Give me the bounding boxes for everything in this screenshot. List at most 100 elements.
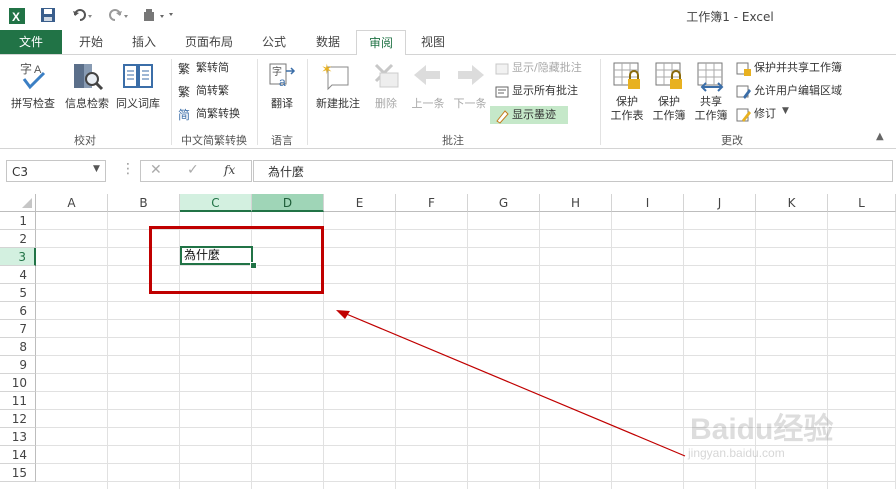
group-label-proofing: 校对: [74, 134, 96, 147]
column-header-c[interactable]: C: [180, 194, 252, 212]
share-workbook-icon: [696, 61, 728, 96]
tab-view[interactable]: 视图: [410, 30, 456, 54]
confirm-entry-icon[interactable]: ✓: [187, 162, 199, 178]
cancel-entry-icon[interactable]: ✕: [150, 162, 162, 178]
research-icon: [72, 61, 104, 94]
worksheet-grid: ABCDEFGHIJKL 1 2 3 4 5 6 7 8 9 10 11 12 13 14 15 為什麼 B…: [0, 194, 896, 489]
column-header-h[interactable]: H: [540, 194, 612, 212]
row-header-1[interactable]: 1: [0, 212, 36, 230]
redo-icon[interactable]: [108, 7, 130, 26]
row-header-9[interactable]: 9: [0, 356, 36, 374]
share-workbook-button[interactable]: 共享 工作簿: [688, 95, 734, 123]
protect-share-button[interactable]: 保护并共享工作簿: [754, 59, 842, 77]
row-header-14[interactable]: 14: [0, 446, 36, 464]
research-button[interactable]: 信息检索: [60, 95, 114, 111]
row-header-6[interactable]: 6: [0, 302, 36, 320]
spelling-button[interactable]: 拼写检查: [4, 95, 62, 111]
translate-button[interactable]: 翻译: [260, 95, 304, 111]
tab-review[interactable]: 审阅: [356, 30, 406, 56]
watermark-url: jingyan.baidu.com: [688, 446, 785, 460]
collapse-ribbon-icon[interactable]: ▲: [876, 131, 884, 142]
group-label-chinese: 中文简繁转换: [181, 134, 247, 147]
row-header-3[interactable]: 3: [0, 248, 36, 266]
next-comment-button[interactable]: 下一条: [448, 95, 492, 111]
track-changes-button[interactable]: 修订: [754, 105, 776, 123]
row-header-10[interactable]: 10: [0, 374, 36, 392]
row-header-13[interactable]: 13: [0, 428, 36, 446]
share-workbook-label-1: 共享: [700, 95, 722, 108]
row-header-2[interactable]: 2: [0, 230, 36, 248]
column-header-k[interactable]: K: [756, 194, 828, 212]
select-all-corner[interactable]: [0, 194, 36, 212]
previous-comment-icon: [412, 61, 444, 94]
previous-comment-button[interactable]: 上一条: [406, 95, 450, 111]
group-label-comments: 批注: [442, 134, 464, 147]
protect-share-icon: [736, 61, 752, 80]
track-changes-dropdown-icon[interactable]: ▼: [782, 106, 789, 116]
tab-insert[interactable]: 插入: [120, 30, 168, 54]
formula-input[interactable]: 為什麼: [253, 160, 893, 182]
insert-function-icon[interactable]: fx: [224, 163, 235, 177]
allow-edit-ranges-button[interactable]: 允许用户编辑区域: [754, 82, 842, 100]
protect-sheet-button[interactable]: 保护 工作表: [604, 95, 650, 123]
save-icon[interactable]: [40, 7, 56, 26]
row-header-7[interactable]: 7: [0, 320, 36, 338]
group-label-changes: 更改: [721, 134, 743, 147]
tab-home[interactable]: 开始: [66, 30, 116, 54]
column-header-a[interactable]: A: [36, 194, 108, 212]
tab-file[interactable]: 文件: [0, 30, 62, 54]
next-comment-icon: [454, 61, 486, 94]
delete-comment-button[interactable]: 删除: [366, 95, 406, 111]
ink-pen-icon: [494, 108, 510, 127]
show-all-comments-button[interactable]: 显示所有批注: [512, 82, 578, 100]
watermark-brand: Baidu经验: [690, 413, 834, 446]
row-header-11[interactable]: 11: [0, 392, 36, 410]
thesaurus-icon: [122, 61, 154, 94]
row-header-4[interactable]: 4: [0, 266, 36, 284]
tab-data[interactable]: 数据: [304, 30, 352, 54]
tab-formulas[interactable]: 公式: [250, 30, 298, 54]
formula-bar-handle-icon[interactable]: ⋮: [121, 161, 135, 177]
trad-to-simp-button[interactable]: 繁转简: [196, 59, 229, 77]
delete-comment-icon: [370, 61, 402, 94]
protect-workbook-button[interactable]: 保护 工作簿: [646, 95, 692, 123]
ribbon-review: 字A 拼写检查 信息检索 同义词库 校对 繁 繁转简 繁 简转繁 简 简繁转换 …: [0, 55, 896, 149]
new-comment-button[interactable]: 新建批注: [310, 95, 366, 111]
svg-text:字: 字: [20, 61, 32, 76]
new-comment-icon: ✶: [320, 61, 352, 94]
protect-workbook-label-1: 保护: [658, 95, 680, 108]
undo-icon[interactable]: [72, 7, 94, 26]
chinese-convert-icon: 简: [178, 108, 191, 122]
share-workbook-label-2: 工作簿: [694, 109, 728, 122]
chinese-convert-button[interactable]: 简繁转换: [196, 105, 240, 123]
svg-text:X: X: [12, 10, 20, 24]
name-box[interactable]: C3: [6, 160, 106, 182]
protect-workbook-icon: [654, 61, 686, 96]
protect-sheet-label-2: 工作表: [610, 109, 644, 122]
row-header-5[interactable]: 5: [0, 284, 36, 302]
simp-to-trad-button[interactable]: 简转繁: [196, 82, 229, 100]
protect-sheet-label-1: 保护: [616, 95, 638, 108]
show-all-comments-icon: [494, 84, 510, 103]
group-separator: [600, 59, 601, 145]
spelling-icon: 字A: [18, 61, 50, 94]
column-header-g[interactable]: G: [468, 194, 540, 212]
thesaurus-button[interactable]: 同义词库: [112, 95, 164, 111]
title-bar: X 工作簿1 - Excel: [0, 0, 896, 30]
column-header-i[interactable]: I: [612, 194, 684, 212]
quick-access-custom-icon[interactable]: [142, 7, 174, 26]
row-header-15[interactable]: 15: [0, 464, 36, 482]
column-header-e[interactable]: E: [324, 194, 396, 212]
name-box-dropdown-icon[interactable]: ▼: [93, 164, 100, 174]
column-header-f[interactable]: F: [396, 194, 468, 212]
ribbon-tabs: 文件 开始 插入 页面布局 公式 数据 审阅 视图: [0, 30, 896, 56]
column-header-b[interactable]: B: [108, 194, 180, 212]
row-header-12[interactable]: 12: [0, 410, 36, 428]
column-header-l[interactable]: L: [828, 194, 896, 212]
group-label-language: 语言: [271, 134, 293, 147]
tab-page-layout[interactable]: 页面布局: [174, 30, 244, 54]
show-hide-comment-button[interactable]: 显示/隐藏批注: [512, 59, 582, 77]
row-header-8[interactable]: 8: [0, 338, 36, 356]
column-header-j[interactable]: J: [684, 194, 756, 212]
column-header-d[interactable]: D: [252, 194, 324, 212]
